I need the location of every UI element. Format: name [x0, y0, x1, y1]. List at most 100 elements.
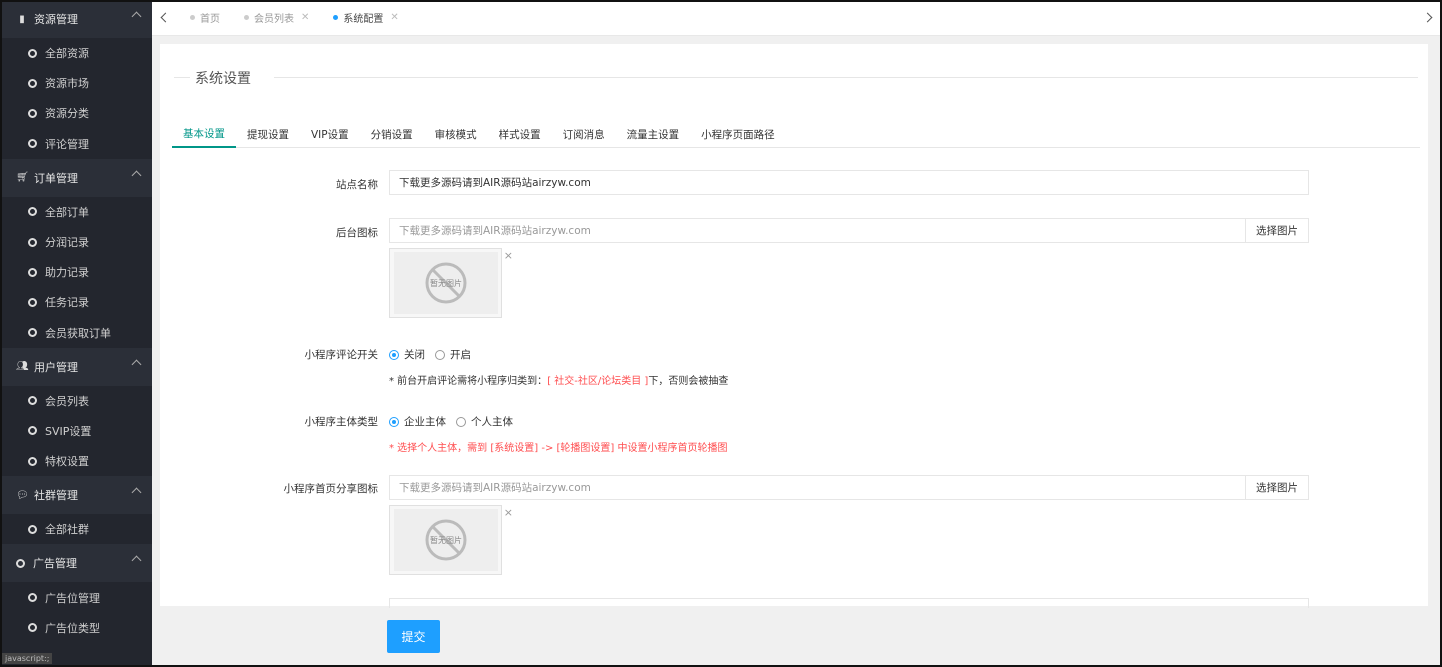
sidebar-item-ad-slots[interactable]: 广告位管理 [0, 582, 152, 612]
sidebar-group-label: 资源管理 [34, 13, 78, 26]
chat-icon: 💬︎ [16, 489, 29, 501]
sidebar-item-label: SVIP设置 [45, 424, 92, 438]
sidebar-item-all-orders[interactable]: 全部订单 [0, 197, 152, 227]
tab-member-list[interactable]: 会员列表 ✕ [232, 0, 321, 36]
comment-off-radio[interactable]: 关闭 [389, 347, 425, 362]
remove-image-icon[interactable]: × [504, 506, 513, 519]
circle-icon [28, 297, 37, 307]
tab-review-mode[interactable]: 审核模式 [424, 120, 488, 148]
close-icon[interactable]: ✕ [301, 12, 309, 23]
next-field-input[interactable] [389, 598, 1309, 608]
circle-icon [28, 593, 37, 603]
sidebar-item-ad-types[interactable]: 广告位类型 [0, 613, 152, 643]
radio-label: 企业主体 [404, 416, 446, 428]
tab-distribution-settings[interactable]: 分销设置 [360, 120, 424, 148]
radio-label: 个人主体 [471, 416, 513, 428]
circle-icon [28, 78, 37, 88]
status-url-tooltip: javascript:; [2, 653, 53, 664]
close-icon[interactable]: ✕ [390, 12, 398, 23]
tab-subscription-messages[interactable]: 订阅消息 [552, 120, 616, 148]
sidebar-item-label: 广告位管理 [45, 591, 100, 605]
radio-unchecked-icon [456, 416, 466, 427]
sidebar-item-member-orders[interactable]: 会员获取订单 [0, 318, 152, 348]
tab-style-settings[interactable]: 样式设置 [488, 120, 552, 148]
sidebar-item-all-resources[interactable]: 全部资源 [0, 38, 152, 68]
admin-icon-preview: 暂无图片 × [389, 248, 513, 318]
sidebar-item-label: 广告位类型 [45, 621, 100, 635]
divider [274, 77, 1418, 78]
sidebar-item-svip-settings[interactable]: SVIP设置 [0, 416, 152, 446]
hint-highlight: [ 社交-社区/论坛类目 ] [547, 376, 649, 387]
tab-bar: 首页 会员列表 ✕ 系统配置 ✕ [152, 0, 1440, 36]
site-name-input[interactable]: 下载更多源码请到AIR源码站airzyw.com [389, 170, 1309, 195]
image-placeholder: 暂无图片 [393, 509, 498, 571]
sidebar-group-label: 社群管理 [34, 489, 78, 503]
sidebar-item-label: 全部资源 [45, 47, 89, 61]
svg-text:暂无图片: 暂无图片 [430, 535, 462, 545]
personal-subject-radio[interactable]: 个人主体 [456, 414, 513, 429]
no-image-icon: 暂无图片 [425, 262, 466, 304]
page-title: 系统设置 [195, 71, 251, 87]
sidebar-item-label: 任务记录 [45, 296, 89, 310]
sidebar-group-users[interactable]: 👥︎ 用户管理 [0, 347, 152, 386]
sidebar-item-all-communities[interactable]: 全部社群 [0, 514, 152, 544]
sidebar-item-resource-category[interactable]: 资源分类 [0, 98, 152, 128]
subject-type-hint: * 选择个人主体，需到 [系统设置] -> [轮播图设置] 中设置小程序首页轮播… [389, 443, 728, 454]
choose-image-button[interactable]: 选择图片 [1245, 219, 1308, 242]
radio-checked-icon [389, 416, 399, 427]
settings-card: 系统设置 基本设置 提现设置 VIP设置 分销设置 审核模式 样式设置 订阅消息… [160, 44, 1428, 608]
sidebar-item-profit-records[interactable]: 分润记录 [0, 227, 152, 257]
tab-system-config[interactable]: 系统配置 ✕ [321, 0, 410, 36]
circle-icon [28, 623, 37, 633]
sidebar-item-comments[interactable]: 评论管理 [0, 129, 152, 159]
chevron-up-icon [131, 359, 142, 370]
circle-icon [28, 207, 37, 217]
tab-list: 首页 会员列表 ✕ 系统配置 ✕ [178, 0, 1414, 36]
sidebar-item-task-records[interactable]: 任务记录 [0, 287, 152, 317]
sidebar-group-community[interactable]: 💬︎ 社群管理 [0, 476, 152, 515]
sidebar-item-assist-records[interactable]: 助力记录 [0, 257, 152, 287]
sidebar-group-resources[interactable]: ▮ 资源管理 [0, 0, 152, 38]
circle-icon [28, 426, 37, 436]
sidebar-group-orders[interactable]: 🛒︎ 订单管理 [0, 158, 152, 197]
tab-miniprogram-paths[interactable]: 小程序页面路径 [690, 120, 786, 148]
tab-scroll-right-button[interactable] [1414, 0, 1440, 36]
tab-withdraw-settings[interactable]: 提现设置 [236, 120, 300, 148]
share-icon-placeholder: 下载更多源码请到AIR源码站airzyw.com [399, 482, 591, 494]
sidebar-item-label: 全部社群 [45, 523, 89, 537]
sidebar-item-label: 助力记录 [45, 266, 89, 280]
users-icon: 👥︎ [16, 361, 29, 373]
circle-icon [28, 328, 37, 338]
chevron-up-icon [131, 170, 142, 181]
comment-on-radio[interactable]: 开启 [435, 347, 471, 362]
choose-image-button[interactable]: 选择图片 [1245, 476, 1308, 499]
chevron-up-icon [131, 11, 142, 22]
submit-button[interactable]: 提交 [387, 620, 440, 653]
remove-image-icon[interactable]: × [504, 249, 513, 262]
settings-tabs: 基本设置 提现设置 VIP设置 分销设置 审核模式 样式设置 订阅消息 流量主设… [172, 120, 1420, 148]
circle-icon [28, 267, 37, 277]
admin-icon-input[interactable]: 下载更多源码请到AIR源码站airzyw.com 选择图片 [389, 218, 1309, 243]
divider [174, 77, 190, 78]
sidebar-item-privilege-settings[interactable]: 特权设置 [0, 446, 152, 476]
cart-icon: 🛒︎ [16, 172, 29, 184]
tab-basic-settings[interactable]: 基本设置 [172, 120, 236, 148]
hint-text: 下，否则会被抽查 [648, 376, 729, 387]
sidebar-item-label: 特权设置 [45, 455, 89, 469]
sidebar-item-label: 资源分类 [45, 107, 89, 121]
sidebar-item-label: 评论管理 [45, 137, 89, 151]
sidebar-group-ads[interactable]: 广告管理 [0, 544, 152, 583]
tab-label: 会员列表 [254, 14, 294, 25]
tab-home[interactable]: 首页 [178, 0, 232, 36]
enterprise-subject-radio[interactable]: 企业主体 [389, 414, 446, 429]
sidebar-item-resource-market[interactable]: 资源市场 [0, 68, 152, 98]
sidebar-group-label: 订单管理 [34, 171, 78, 185]
sidebar-item-member-list[interactable]: 会员列表 [0, 386, 152, 416]
circle-icon [28, 396, 37, 406]
tab-vip-settings[interactable]: VIP设置 [300, 120, 360, 148]
tab-scroll-left-button[interactable] [152, 0, 178, 36]
share-icon-input[interactable]: 下载更多源码请到AIR源码站airzyw.com 选择图片 [389, 475, 1309, 500]
tab-dot-icon [333, 15, 339, 20]
subject-type-label: 小程序主体类型 [304, 416, 379, 428]
tab-traffic-settings[interactable]: 流量主设置 [616, 120, 691, 148]
